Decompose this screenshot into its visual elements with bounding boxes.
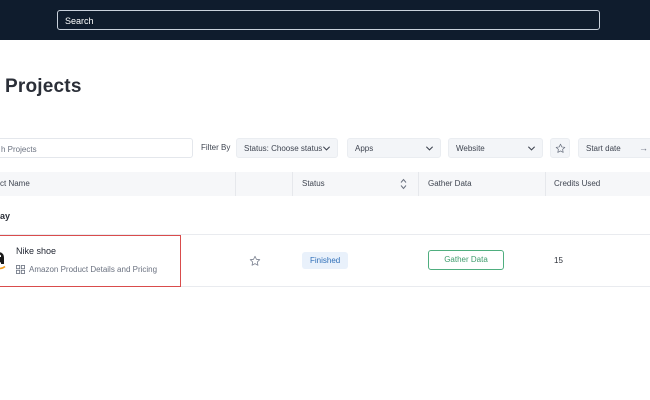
column-header-name[interactable]: ct Name bbox=[0, 179, 30, 188]
apps-dropdown-label: Apps bbox=[355, 144, 374, 153]
status-dropdown-label: Status: Choose status bbox=[244, 144, 323, 153]
global-search-box[interactable] bbox=[57, 10, 600, 30]
project-app-name: Amazon Product Details and Pricing bbox=[29, 265, 158, 274]
star-icon bbox=[555, 143, 566, 153]
column-header-gather-data: Gather Data bbox=[428, 179, 472, 188]
sort-icon[interactable] bbox=[400, 178, 407, 190]
filter-by-label: Filter By bbox=[201, 143, 231, 152]
chevron-down-icon bbox=[322, 146, 331, 151]
status-dropdown[interactable]: Status: Choose status bbox=[236, 138, 338, 158]
column-divider bbox=[418, 172, 419, 196]
project-search-input[interactable] bbox=[0, 140, 192, 159]
website-dropdown[interactable]: Website bbox=[448, 138, 543, 158]
column-header-status[interactable]: Status bbox=[302, 179, 325, 188]
credits-used-value: 15 bbox=[554, 256, 563, 265]
gather-data-button[interactable]: Gather Data bbox=[428, 250, 504, 270]
group-label: ay bbox=[0, 211, 11, 221]
amazon-logo bbox=[0, 252, 6, 270]
apps-dropdown[interactable]: Apps bbox=[347, 138, 441, 158]
global-search-input[interactable] bbox=[58, 12, 599, 30]
top-navigation-bar bbox=[0, 0, 650, 40]
chevron-down-icon bbox=[425, 146, 434, 151]
table-header: ct Name Status Gather Data Credits Used bbox=[0, 172, 650, 196]
date-range-arrow: → bbox=[639, 143, 648, 153]
chevron-down-icon bbox=[527, 146, 536, 151]
website-dropdown-label: Website bbox=[456, 144, 485, 153]
start-date-picker[interactable]: Start date → bbox=[578, 138, 650, 158]
start-date-label: Start date bbox=[586, 144, 621, 153]
column-divider bbox=[292, 172, 293, 196]
grid-icon bbox=[16, 265, 25, 274]
star-icon[interactable] bbox=[249, 255, 261, 267]
project-search-box[interactable] bbox=[0, 138, 193, 159]
filter-bar: Filter By Status: Choose status Apps Web… bbox=[0, 138, 650, 159]
column-header-credits: Credits Used bbox=[554, 179, 601, 188]
favorites-filter-button[interactable] bbox=[550, 138, 570, 158]
column-divider bbox=[545, 172, 546, 196]
highlight-box bbox=[0, 235, 181, 287]
column-divider bbox=[235, 172, 236, 196]
project-name[interactable]: Nike shoe bbox=[16, 246, 56, 256]
page-title: Projects bbox=[5, 76, 82, 97]
status-badge: Finished bbox=[302, 252, 349, 269]
table-row[interactable]: Nike shoe Amazon Product Details and Pri… bbox=[0, 235, 650, 287]
table-group-row: ay bbox=[0, 196, 650, 235]
